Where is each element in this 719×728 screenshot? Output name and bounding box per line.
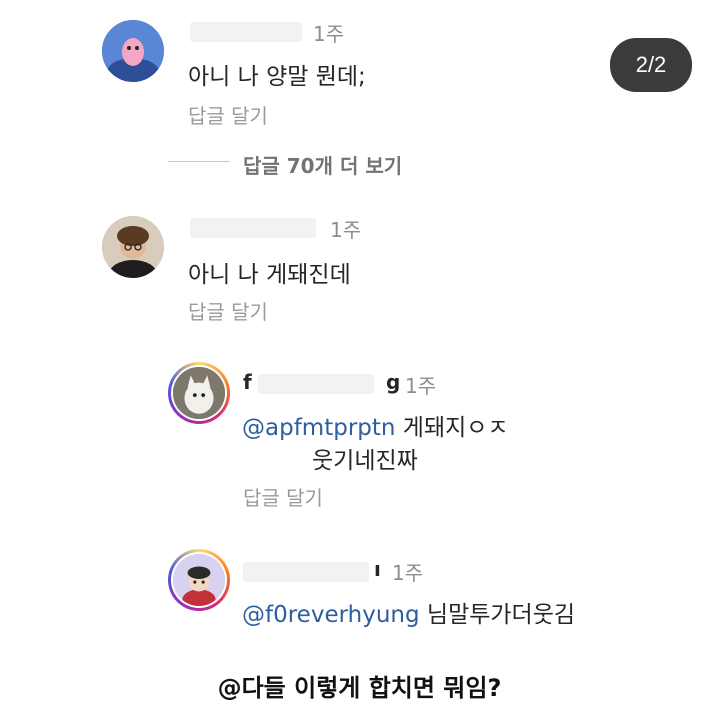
- comment-time: 1주: [405, 374, 437, 398]
- reply-username-end[interactable]: ı: [374, 557, 381, 581]
- mention-link[interactable]: @apfmtprptn: [242, 415, 395, 441]
- reply-button[interactable]: 답글 달기: [188, 100, 268, 129]
- view-more-divider: [168, 161, 230, 162]
- blurred-username: [190, 22, 302, 42]
- avatar[interactable]: [102, 20, 164, 82]
- reply-text-content: 님말투가더웃김: [419, 602, 576, 628]
- reply-text-line1: 게돼지ㅇㅈ: [395, 415, 509, 441]
- reply-button[interactable]: 답글 달기: [243, 482, 323, 511]
- avatar[interactable]: [102, 216, 164, 278]
- comment-time: 1주: [313, 22, 345, 46]
- avatar-image: [173, 367, 225, 419]
- reply-text: @apfmtprptn 게돼지ㅇㅈ: [242, 408, 509, 442]
- avatar-image: [102, 20, 164, 82]
- comment-text: 아니 나 양말 뭔데;: [188, 64, 366, 90]
- story-ring-avatar[interactable]: [168, 549, 230, 611]
- reply-username-end[interactable]: g: [386, 370, 400, 394]
- comment-time: 1주: [392, 561, 424, 585]
- blurred-username: [258, 374, 374, 394]
- caption-text: @다들 이렇게 합치면 뭐임?: [217, 674, 502, 702]
- reply-username-start[interactable]: f: [243, 370, 252, 394]
- avatar-image: [102, 216, 164, 278]
- comment-text: 아니 나 게돼진데: [188, 262, 351, 288]
- page-counter: 2/2: [610, 38, 692, 92]
- mention-link[interactable]: @f0reverhyung: [242, 602, 420, 628]
- blurred-username: [243, 562, 369, 582]
- blurred-username: [190, 218, 316, 238]
- comment-time: 1주: [330, 218, 362, 242]
- avatar-image: [173, 554, 225, 606]
- story-ring-avatar[interactable]: [168, 362, 230, 424]
- reply-text: @f0reverhyung 님말투가더웃김: [242, 595, 575, 629]
- reply-text-line2: 웃기네진짜: [312, 448, 418, 474]
- view-more-replies-button[interactable]: 답글 70개 더 보기: [243, 150, 402, 179]
- reply-button[interactable]: 답글 달기: [188, 296, 268, 325]
